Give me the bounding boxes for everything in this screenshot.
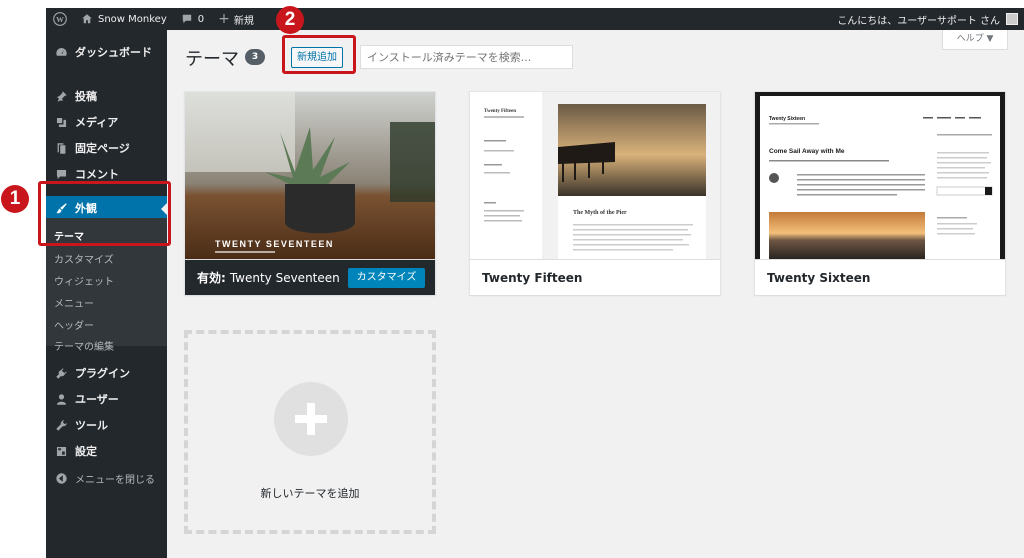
media-icon	[54, 115, 68, 129]
sidebar-item-posts[interactable]: 投稿	[46, 84, 167, 108]
dashboard-icon	[54, 45, 68, 59]
theme-name: Twenty Seventeen	[229, 270, 340, 285]
sidebar-item-dashboard[interactable]: ダッシュボード	[46, 40, 167, 64]
comment-count: 0	[197, 13, 205, 25]
sidebar-item-settings[interactable]: 設定	[46, 439, 167, 463]
comment-icon	[54, 167, 68, 181]
sidebar-item-label: ツール	[75, 419, 108, 432]
sidebar-collapse-menu[interactable]: メニューを閉じる	[46, 466, 167, 490]
sidebar-item-plugins[interactable]: プラグイン	[46, 361, 167, 385]
sidebar-item-label: メニューを閉じる	[75, 474, 155, 486]
screenshot-post-title: Come Sail Away with Me	[769, 148, 845, 155]
page-title: テーマ	[185, 49, 239, 70]
collapse-icon	[54, 471, 68, 485]
sidebar-item-pages[interactable]: 固定ページ	[46, 136, 167, 160]
submenu-item-customize[interactable]: カスタマイズ	[54, 251, 114, 266]
sidebar-item-label: 設定	[75, 445, 97, 458]
new-content-link[interactable]: + 新規	[211, 8, 261, 30]
add-new-theme-label: 新しいテーマを追加	[260, 487, 360, 500]
settings-icon	[54, 444, 68, 458]
theme-name-bar: Twenty Sixteen	[755, 259, 1005, 295]
theme-name: Twenty Sixteen	[767, 270, 871, 285]
new-label: 新規	[233, 15, 254, 27]
theme-card-twenty-seventeen[interactable]: TWENTY SEVENTEEN 有効: Twenty Seventeen カス…	[184, 91, 436, 295]
callout-badge-2: 2	[276, 6, 304, 34]
submenu-item-widgets[interactable]: ウィジェット	[54, 273, 114, 288]
submenu-item-header[interactable]: ヘッダー	[54, 317, 94, 332]
theme-card-twenty-fifteen[interactable]: Twenty Fifteen The Myth of the Pier Twen…	[469, 91, 721, 295]
user-icon	[54, 392, 68, 406]
wordpress-logo-icon[interactable]: W	[46, 8, 74, 30]
sidebar-item-label: ダッシュボード	[75, 46, 152, 59]
theme-screenshot: TWENTY SEVENTEEN	[185, 92, 435, 259]
sidebar-item-label: ユーザー	[75, 393, 119, 406]
screenshot-post-title: The Myth of the Pier	[573, 210, 627, 216]
site-name: Snow Monkey	[98, 13, 167, 25]
plus-icon: +	[218, 11, 230, 27]
callout-badge-1: 1	[1, 185, 29, 213]
sidebar-item-tools[interactable]: ツール	[46, 413, 167, 437]
page-icon	[54, 141, 68, 155]
wrench-icon	[54, 418, 68, 432]
customize-button[interactable]: カスタマイズ	[348, 268, 425, 288]
svg-text:W: W	[56, 15, 64, 24]
sidebar-item-label: 投稿	[75, 90, 97, 103]
add-new-theme-card[interactable]: 新しいテーマを追加	[184, 330, 436, 534]
theme-count-badge: 3	[245, 49, 265, 65]
sidebar-item-users[interactable]: ユーザー	[46, 387, 167, 411]
sidebar-item-label: コメント	[75, 168, 119, 181]
theme-name-bar: Twenty Fifteen	[470, 259, 720, 295]
callout-box-appearance	[38, 181, 171, 246]
plugin-icon	[54, 366, 68, 380]
callout-box-add-new	[282, 35, 356, 74]
theme-screenshot: Twenty Sixteen Come Sail Away with Me	[755, 92, 1005, 259]
plus-icon	[274, 382, 348, 456]
my-account[interactable]: こんにちは、ユーザーサポート さん	[837, 12, 1024, 27]
active-label: 有効:	[197, 271, 226, 285]
submenu-item-menus[interactable]: メニュー	[54, 295, 94, 310]
help-tab[interactable]: ヘルプ ▼	[942, 30, 1008, 50]
comment-icon	[182, 14, 191, 24]
sidebar-item-media[interactable]: メディア	[46, 110, 167, 134]
greeting: こんにちは、ユーザーサポート さん	[837, 15, 1000, 27]
avatar	[1006, 13, 1018, 25]
comments-link[interactable]: 0	[174, 8, 211, 30]
sidebar-item-label: 固定ページ	[75, 142, 130, 155]
sidebar-item-label: メディア	[75, 116, 119, 129]
admin-sidebar: ダッシュボード 投稿 メディア 固定ページ コメント 外観 テーマ カスタマイズ…	[46, 30, 167, 558]
screenshot-title: Twenty Sixteen	[769, 116, 805, 122]
theme-name: Twenty Fifteen	[482, 270, 583, 285]
theme-card-twenty-sixteen[interactable]: Twenty Sixteen Come Sail Away with Me Tw…	[754, 91, 1006, 295]
pin-icon	[54, 89, 68, 103]
theme-screenshot: Twenty Fifteen The Myth of the Pier	[470, 92, 720, 259]
site-name-link[interactable]: Snow Monkey	[74, 8, 174, 30]
screenshot-title: TWENTY SEVENTEEN	[215, 239, 334, 249]
theme-search-input[interactable]	[360, 45, 573, 69]
main-content: ヘルプ ▼ テーマ 3 新規追加 インストール済みテーマを検索... TWENT…	[167, 30, 1024, 558]
sidebar-item-label: プラグイン	[75, 367, 130, 380]
submenu-item-theme-editor[interactable]: テーマの編集	[54, 338, 114, 353]
browser-frame: W Snow Monkey 0 + 新規 こんにちは、ユーザーサポート さん ダ…	[46, 8, 1024, 558]
admin-bar: W Snow Monkey 0 + 新規 こんにちは、ユーザーサポート さん	[46, 8, 1024, 30]
theme-name-bar: 有効: Twenty Seventeen カスタマイズ	[185, 259, 435, 295]
screenshot-title: Twenty Fifteen	[484, 109, 516, 114]
home-icon	[82, 14, 92, 24]
